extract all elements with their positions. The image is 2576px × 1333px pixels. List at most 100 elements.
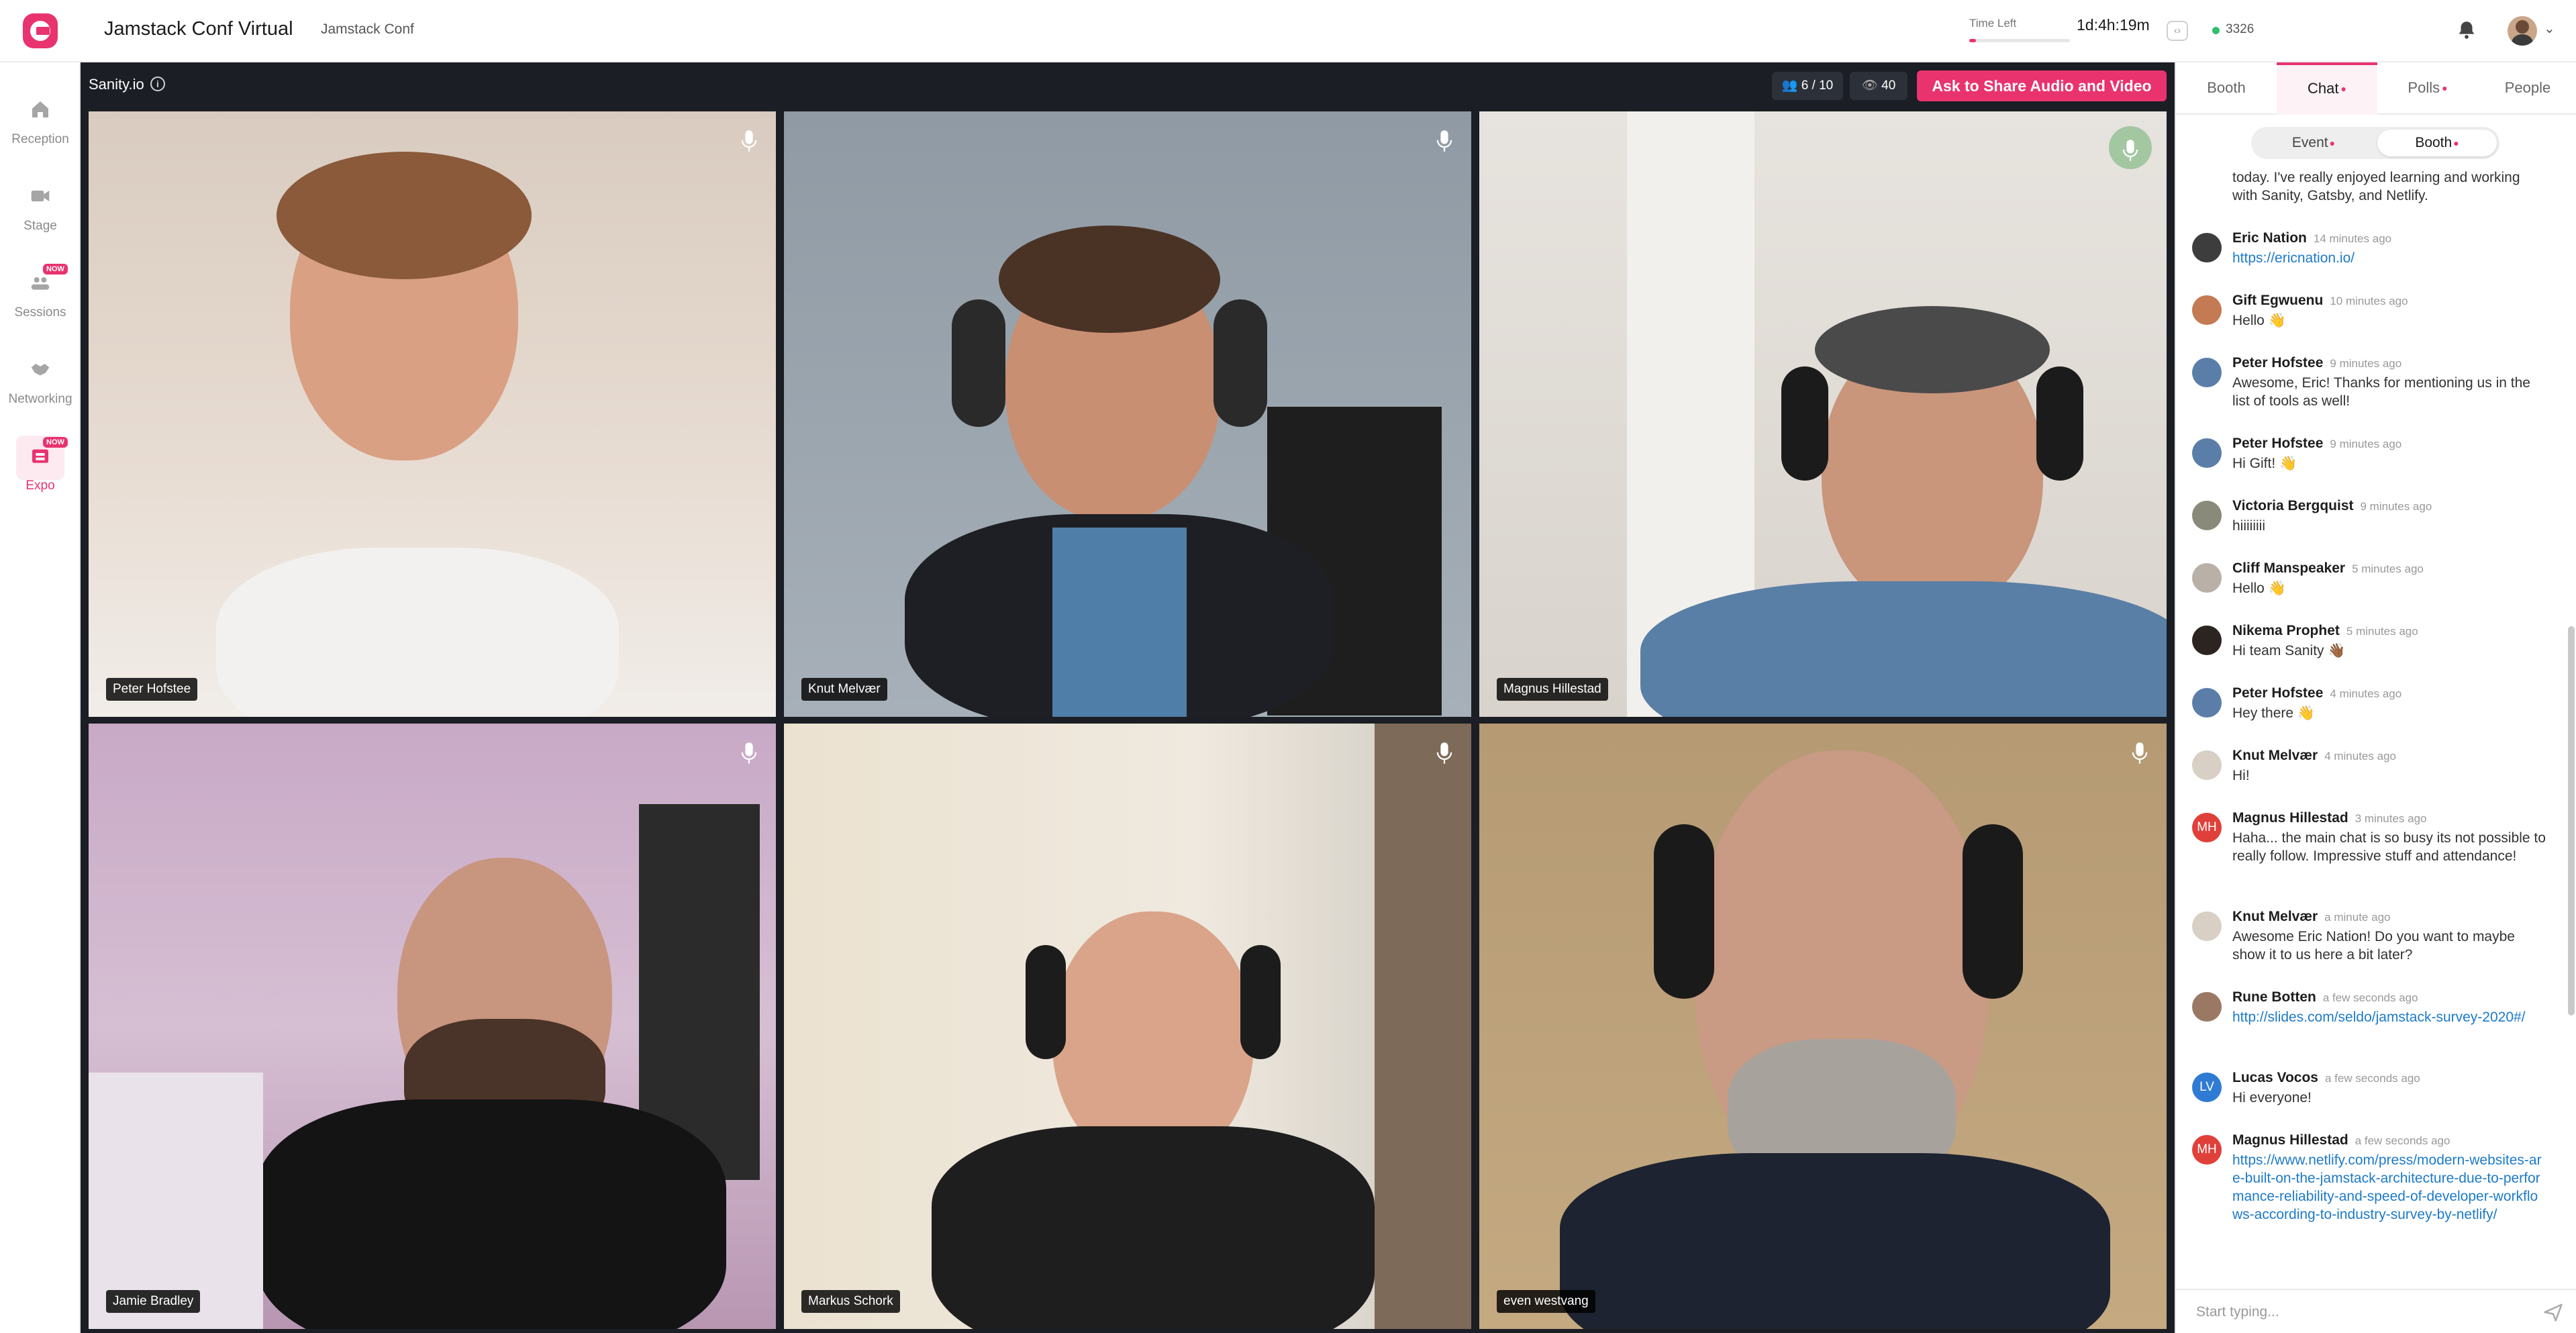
ask-to-share-button[interactable]: Ask to Share Audio and Video <box>1917 70 2167 101</box>
sidebar-item-sessions[interactable]: NOW Sessions <box>0 260 81 334</box>
viewers-count: 👁 40 <box>1850 72 1908 100</box>
message-time: a minute ago <box>2324 911 2391 924</box>
avatar[interactable] <box>2192 626 2222 655</box>
now-badge: NOW <box>43 437 68 448</box>
avatar[interactable] <box>2192 438 2222 468</box>
message-text: hiiiiiiii <box>2232 518 2266 534</box>
message-text: Hello 👋 <box>2232 581 2286 596</box>
segment-booth[interactable]: Booth ● <box>2377 130 2497 156</box>
info-icon[interactable]: i <box>150 77 165 91</box>
message-link[interactable]: https://www.netlify.com/press/modern-web… <box>2232 1151 2548 1224</box>
microphone-icon <box>2122 140 2138 161</box>
sidebar-item-reception[interactable]: Reception <box>0 87 81 160</box>
message-time: 5 minutes ago <box>2352 562 2424 575</box>
segment-event[interactable]: Event ● <box>2254 130 2373 156</box>
message-time: 9 minutes ago <box>2360 500 2432 513</box>
message-author: Lucas Vocos a few seconds ago <box>2232 1070 2420 1086</box>
org-name: Jamstack Conf <box>321 21 414 37</box>
author-name: Victoria Bergquist <box>2232 498 2354 513</box>
message-text: Awesome Eric Nation! Do you want to mayb… <box>2232 929 2515 962</box>
send-icon[interactable] <box>2542 1302 2564 1322</box>
tab-label: People <box>2504 79 2551 96</box>
avatar[interactable] <box>2192 992 2222 1022</box>
avatar[interactable]: LV <box>2192 1073 2222 1102</box>
video-tile[interactable]: Jamie Bradley <box>89 724 776 1329</box>
author-name: Magnus Hillestad <box>2232 810 2348 826</box>
unread-dot-icon: ● <box>2329 138 2336 148</box>
message-time: a few seconds ago <box>2355 1134 2450 1147</box>
sidebar-item-label: Stage <box>23 219 57 233</box>
avatar[interactable]: MH <box>2192 813 2222 842</box>
unread-dot-icon: ● <box>2442 83 2448 93</box>
participants-count: 👥 6 / 10 <box>1772 72 1843 100</box>
tab-label: Polls <box>2408 79 2440 96</box>
chat-scrollbar[interactable] <box>2568 626 2575 1016</box>
tab-label: Booth <box>2207 79 2246 96</box>
avatar[interactable] <box>2192 750 2222 780</box>
video-tile[interactable]: Magnus Hillestad <box>1479 111 2167 717</box>
microphone-icon <box>741 742 757 764</box>
author-name: Gift Egwuenu <box>2232 293 2324 308</box>
tab-people[interactable]: People <box>2478 62 2576 115</box>
message-time: 4 minutes ago <box>2330 687 2402 700</box>
chat-input[interactable] <box>2196 1298 2518 1326</box>
chat-scope-toggle: Event ● Booth ● <box>2251 127 2499 159</box>
online-status-icon <box>2212 27 2220 34</box>
message-text: Hey there 👋 <box>2232 705 2316 721</box>
message-author: Knut Melvær a minute ago <box>2232 909 2390 925</box>
video-tile[interactable]: even westvang <box>1479 724 2167 1329</box>
booth-name: Sanity.io <box>89 76 144 93</box>
segment-label: Event <box>2291 135 2328 150</box>
now-badge: NOW <box>43 264 68 275</box>
video-tile[interactable]: Knut Melvær <box>784 111 1471 717</box>
message-time: 10 minutes ago <box>2330 295 2408 307</box>
sidebar-item-label: Reception <box>11 132 69 146</box>
chevron-down-icon[interactable]: ⌄ <box>2544 20 2555 37</box>
avatar[interactable] <box>2192 295 2222 325</box>
message-author: Peter Hofstee 9 minutes ago <box>2232 436 2401 452</box>
video-tile[interactable]: Peter Hofstee <box>89 111 776 717</box>
participant-name: Markus Schork <box>801 1290 900 1313</box>
side-panel: Booth Chat ● Polls ● People Event ● Booth ● … <box>2175 62 2576 1333</box>
collapse-panel-icon[interactable]: ‹› <box>2167 21 2188 41</box>
message-link[interactable]: https://ericnation.io/ <box>2232 249 2548 267</box>
avatar[interactable] <box>2192 911 2222 941</box>
message-text: today. I've really enjoyed learning and … <box>2232 170 2520 203</box>
tab-polls[interactable]: Polls ● <box>2377 62 2478 115</box>
avatar[interactable]: MH <box>2192 1135 2222 1165</box>
event-logo[interactable] <box>23 13 58 48</box>
author-name: Magnus Hillestad <box>2232 1132 2348 1148</box>
message-time: 3 minutes ago <box>2355 812 2427 825</box>
microphone-icon <box>2132 742 2148 764</box>
author-name: Knut Melvær <box>2232 748 2318 763</box>
sidebar-item-label: Expo <box>26 479 55 493</box>
sidebar-nav: Reception Stage NOW Sessions Networking … <box>0 62 81 1333</box>
sidebar-item-expo[interactable]: NOW Expo <box>0 433 81 507</box>
user-avatar[interactable] <box>2508 16 2537 46</box>
unread-dot-icon: ● <box>2453 138 2459 148</box>
video-tile[interactable]: Markus Schork <box>784 724 1471 1329</box>
message-link[interactable]: http://slides.com/seldo/jamstack-survey-… <box>2232 1008 2548 1026</box>
sidebar-item-networking[interactable]: Networking <box>0 346 81 420</box>
author-name: Peter Hofstee <box>2232 355 2324 371</box>
tab-chat[interactable]: Chat ● <box>2277 62 2377 115</box>
message-text: Hi team Sanity 👋🏾 <box>2232 643 2346 658</box>
avatar[interactable] <box>2192 501 2222 530</box>
avatar[interactable] <box>2192 688 2222 718</box>
author-name: Peter Hofstee <box>2232 685 2324 701</box>
message-author: Victoria Bergquist 9 minutes ago <box>2232 498 2432 514</box>
message-author: Eric Nation 14 minutes ago <box>2232 230 2391 246</box>
message-text: Hi Gift! 👋 <box>2232 456 2297 471</box>
author-name: Nikema Prophet <box>2232 623 2340 638</box>
avatar[interactable] <box>2192 358 2222 387</box>
sidebar-item-label: Sessions <box>14 305 66 319</box>
avatar[interactable] <box>2192 563 2222 593</box>
bell-icon[interactable] <box>2455 19 2478 42</box>
tab-booth[interactable]: Booth <box>2176 62 2277 115</box>
avatar[interactable] <box>2192 233 2222 262</box>
video-camera-icon <box>31 191 50 201</box>
sidebar-item-stage[interactable]: Stage <box>0 173 81 247</box>
author-name: Eric Nation <box>2232 230 2307 246</box>
message-author: Magnus Hillestad a few seconds ago <box>2232 1132 2450 1148</box>
home-icon <box>32 101 48 117</box>
